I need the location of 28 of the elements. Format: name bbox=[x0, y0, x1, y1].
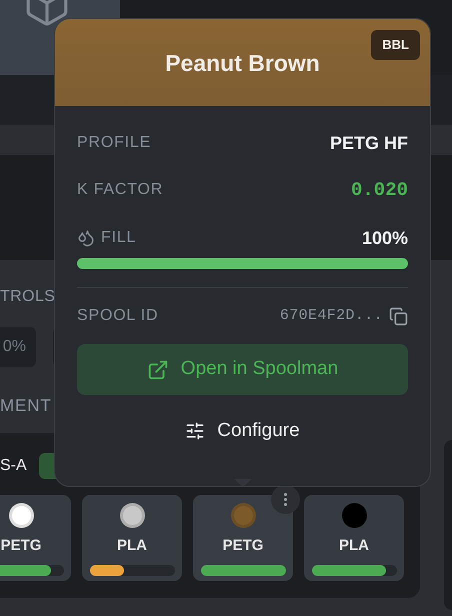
k-factor-value: 0.020 bbox=[350, 178, 408, 203]
profile-label: PROFILE bbox=[77, 133, 152, 153]
percent-field[interactable]: 0% bbox=[0, 327, 36, 367]
vendor-badge: BBL bbox=[371, 30, 420, 60]
filament-name: Peanut Brown bbox=[165, 49, 320, 78]
profile-value: PETG HF bbox=[330, 132, 408, 154]
material-label: PLA bbox=[339, 536, 369, 556]
spool-id: 670E4F2D... bbox=[280, 306, 383, 326]
droplets-icon bbox=[77, 229, 95, 247]
sliders-icon bbox=[185, 421, 206, 441]
spool-card[interactable]: PETG bbox=[193, 494, 293, 580]
section-label: TROLS bbox=[0, 287, 56, 307]
spool-card[interactable]: PLA bbox=[304, 494, 404, 580]
open-spoolman-button[interactable]: Open in Spoolman bbox=[77, 344, 408, 395]
fill-value: 100% bbox=[362, 226, 408, 250]
spool-id-label: SPOOL ID bbox=[77, 306, 158, 326]
fill-label: FILL bbox=[101, 228, 136, 248]
configure-button[interactable]: Configure bbox=[77, 412, 408, 450]
copy-icon[interactable] bbox=[389, 306, 408, 326]
spool-card[interactable]: PETG bbox=[0, 494, 71, 580]
material-label: PLA bbox=[117, 536, 147, 556]
section-label: MENT bbox=[0, 395, 53, 417]
material-label: PETG bbox=[0, 536, 42, 556]
material-label: PETG bbox=[222, 536, 264, 556]
external-link-icon bbox=[146, 358, 169, 380]
k-factor-label: K FACTOR bbox=[77, 180, 164, 200]
spool-card[interactable]: PLA bbox=[82, 494, 182, 580]
unit-label: S-A bbox=[0, 456, 27, 476]
